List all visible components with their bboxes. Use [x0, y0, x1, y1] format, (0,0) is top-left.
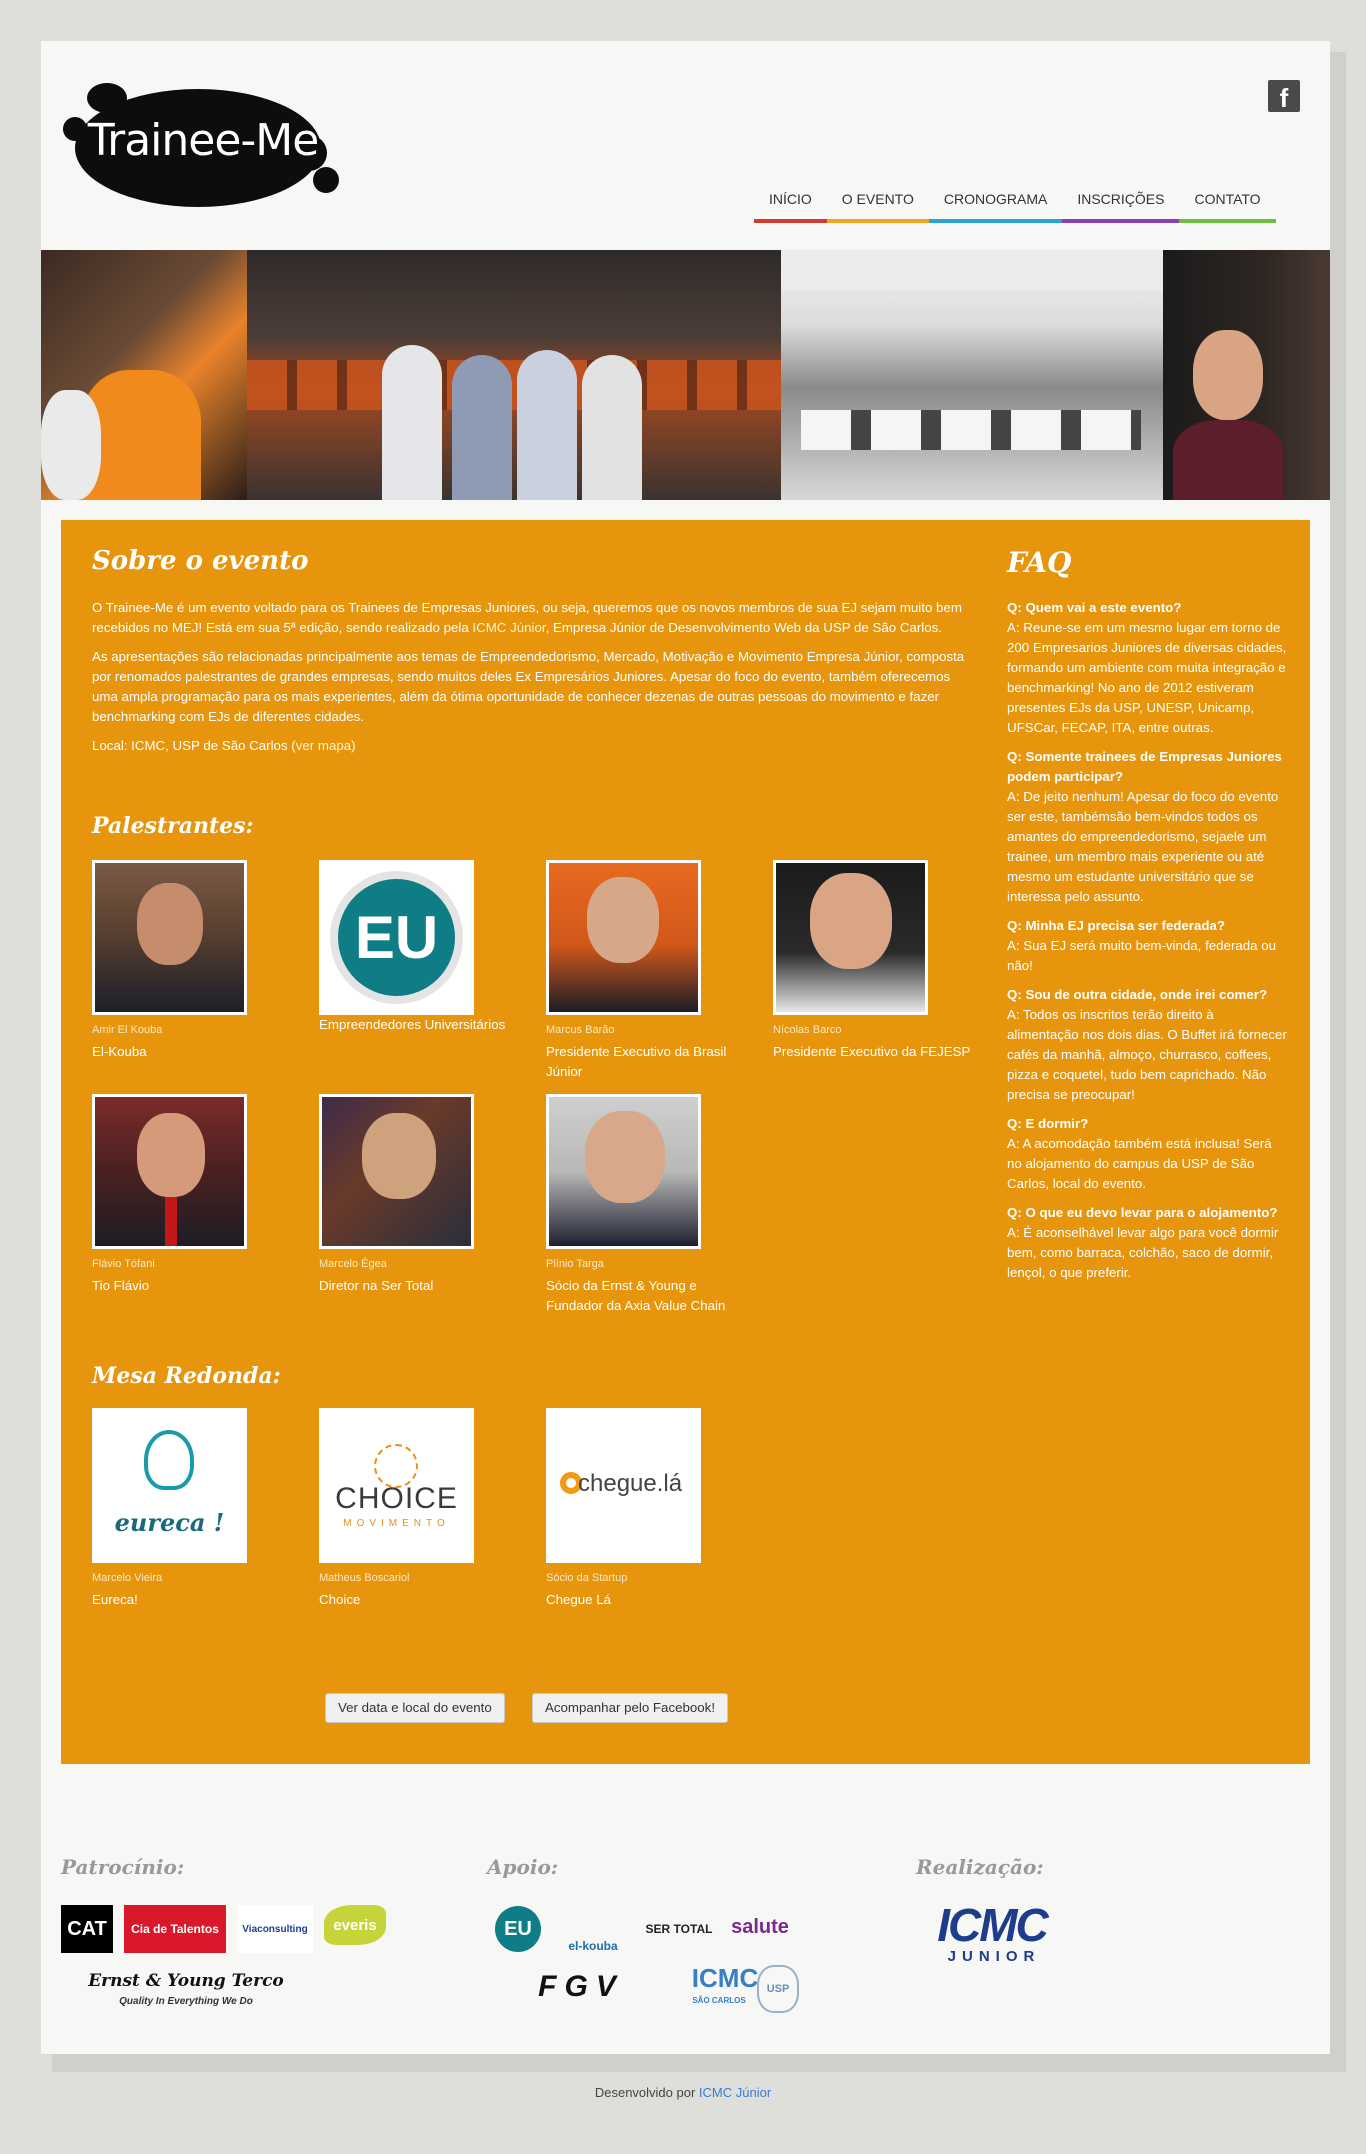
about-paragraph-2: As apresentações são relacionadas princi… — [92, 649, 965, 724]
nav-inicio[interactable]: INÍCIO — [754, 183, 827, 223]
ernst-young-logo[interactable]: Ernst & Young Terco — [71, 1969, 301, 1993]
site-logo[interactable]: Trainee-Me — [63, 77, 343, 217]
cia-de-talentos-logo[interactable]: Cia de Talentos — [124, 1905, 226, 1953]
panelist-name: Matheus Boscariol — [319, 1572, 410, 1584]
banner-photo-2 — [247, 250, 781, 500]
round-table-card: CHOICE MOVIMENTO Matheus Boscariol Choic… — [319, 1408, 519, 1610]
icmc-sao-carlos-logo[interactable]: ICMC — [684, 1961, 766, 1995]
ser-total-logo[interactable]: SER TOTAL — [641, 1911, 717, 1947]
icmc-junior-logo[interactable]: ICMC — [917, 1899, 1067, 1951]
eu-support-logo[interactable]: EU — [495, 1906, 541, 1952]
about-text: O Trainee-Me é um evento voltado para os… — [92, 598, 972, 765]
banner-photo-4 — [1163, 250, 1330, 500]
developer-credit: Desenvolvido por ICMC Júnior — [594, 2085, 772, 2100]
speaker-card: EU Empreendedores Universitários — [319, 860, 519, 1035]
speaker-card: Amir El Kouba El-Kouba — [92, 860, 292, 1062]
speaker-name: Marcus Barão — [546, 1024, 615, 1036]
eureca-logo: eureca ! — [92, 1408, 247, 1563]
speaker-role: El-Kouba — [92, 1044, 147, 1059]
speaker-role: Empreendedores Universitários — [319, 1017, 506, 1032]
eu-logo: EU — [338, 879, 455, 996]
content-panel: Sobre o evento O Trainee-Me é um evento … — [61, 520, 1310, 1764]
realization-title: Realização: — [916, 1855, 1044, 1879]
nav-contato[interactable]: CONTATO — [1179, 183, 1276, 223]
everis-logo[interactable]: everis — [324, 1905, 386, 1945]
about-paragraph-1: O Trainee-Me é um evento voltado para os… — [92, 600, 962, 635]
chegue-la-logo: chegue.lá — [546, 1408, 701, 1563]
speaker-card: Nícolas Barco Presidente Executivo da FE… — [773, 860, 973, 1062]
nav-o-evento[interactable]: O EVENTO — [826, 183, 929, 223]
sponsors-title: Patrocínio: — [61, 1855, 185, 1879]
panelist-role: Chegue Lá — [546, 1592, 612, 1607]
speaker-role: Presidente Executivo da FEJESP — [773, 1044, 971, 1059]
speaker-photo — [92, 1094, 247, 1249]
speaker-name: Plínio Targa — [546, 1258, 604, 1270]
speaker-name: Amir El Kouba — [92, 1024, 163, 1036]
speaker-role: Tio Flávio — [92, 1278, 150, 1293]
el-kouba-logo[interactable]: el-kouba — [556, 1903, 630, 1953]
speaker-card: Marcelo Égea Diretor na Ser Total — [319, 1094, 519, 1296]
banner-photo-3 — [781, 250, 1163, 500]
panelist-role: Eureca! — [92, 1592, 138, 1607]
speaker-photo: EU — [319, 860, 474, 1015]
fgy-logo[interactable]: FGV — [493, 1967, 669, 2007]
speaker-role: Presidente Executivo da Brasil Júnior — [546, 1044, 727, 1079]
panelist-name: Marcelo Vieira — [92, 1572, 163, 1584]
faq-item: Q: Sou de outra cidade, onde irei comer?… — [1007, 987, 1287, 1102]
sao-carlos-label: SÃO CARLOS — [692, 1995, 746, 2005]
nav-cronograma[interactable]: CRONOGRAMA — [928, 183, 1063, 223]
round-table-card: chegue.lá Sócio da Startup Chegue Lá — [546, 1408, 746, 1610]
panelist-name: Sócio da Startup — [546, 1572, 628, 1584]
viaconsulting-logo[interactable]: Viaconsulting — [237, 1905, 313, 1953]
banner-photo-1 — [41, 250, 247, 500]
speaker-card: Flávio Tófani Tio Flávio — [92, 1094, 292, 1296]
speaker-photo — [319, 1094, 474, 1249]
speaker-photo — [773, 860, 928, 1015]
choice-logo: CHOICE MOVIMENTO — [319, 1408, 474, 1563]
support-title: Apoio: — [487, 1855, 559, 1879]
faq-item: Q: Quem vai a este evento? A: Reune-se em… — [1007, 600, 1287, 735]
speakers-title: Palestrantes: — [92, 813, 254, 839]
faq-item: Q: Somente trainees de Empresas Juniores… — [1007, 749, 1282, 904]
facebook-icon[interactable]: f — [1268, 80, 1300, 112]
facebook-follow-button[interactable]: Acompanhar pelo Facebook! — [532, 1693, 729, 1723]
round-table-card: eureca ! Marcelo Vieira Eureca! — [92, 1408, 292, 1610]
speaker-role: Sócio da Ernst & Young e Fundador da Axi… — [546, 1278, 726, 1313]
speaker-name: Nícolas Barco — [773, 1024, 842, 1036]
about-title: Sobre o evento — [92, 546, 309, 576]
map-link[interactable]: ver mapa — [296, 738, 351, 753]
event-photo-banner — [41, 250, 1330, 500]
faq-title: FAQ — [1007, 546, 1072, 579]
logo-text: Trainee-Me — [87, 115, 320, 166]
cat-logo[interactable]: CAT — [61, 1905, 113, 1953]
faq-item: Q: Minha EJ precisa ser federada? A: Sua … — [1007, 918, 1277, 973]
ernst-young-tagline: Quality In Everything We Do — [119, 1995, 253, 2007]
speaker-photo — [546, 1094, 701, 1249]
faq-item: Q: E dormir? A: A acomodação também está … — [1007, 1116, 1272, 1191]
speaker-card: Marcus Barão Presidente Executivo da Bra… — [546, 860, 746, 1082]
event-location: Local: ICMC, USP de São Carlos (ver mapa… — [92, 738, 356, 753]
icmc-junior-subtitle: JUNIOR — [947, 1947, 1041, 1965]
faq-item: Q: O que eu devo levar para o alojamento… — [1007, 1205, 1279, 1280]
speaker-photo — [546, 860, 701, 1015]
main-nav: INÍCIO O EVENTO CRONOGRAMA INSCRIÇÕES CO… — [754, 183, 1276, 223]
salute-logo[interactable]: salute — [725, 1903, 795, 1951]
speaker-name: Flávio Tófani — [92, 1258, 155, 1270]
round-table-title: Mesa Redonda: — [92, 1363, 281, 1389]
speaker-card: Plínio Targa Sócio da Ernst & Young e Fu… — [546, 1094, 746, 1316]
nav-inscricoes[interactable]: INSCRIÇÕES — [1062, 183, 1180, 223]
page-container: Trainee-Me f INÍCIO O EVENTO CRONOGRAMA … — [41, 41, 1330, 2054]
usp-logo[interactable]: USP — [757, 1965, 799, 2013]
speaker-photo — [92, 860, 247, 1015]
faq-list: Q: Quem vai a este evento? A: Reune-se em… — [1007, 598, 1287, 1292]
panelist-role: Choice — [319, 1592, 361, 1607]
developer-link[interactable]: ICMC Júnior — [699, 2085, 771, 2100]
icmc-junior-link[interactable]: ICMC Júnior — [472, 620, 545, 635]
speaker-name: Marcelo Égea — [319, 1258, 387, 1270]
event-date-button[interactable]: Ver data e local do evento — [325, 1693, 505, 1723]
speaker-role: Diretor na Ser Total — [319, 1278, 434, 1293]
